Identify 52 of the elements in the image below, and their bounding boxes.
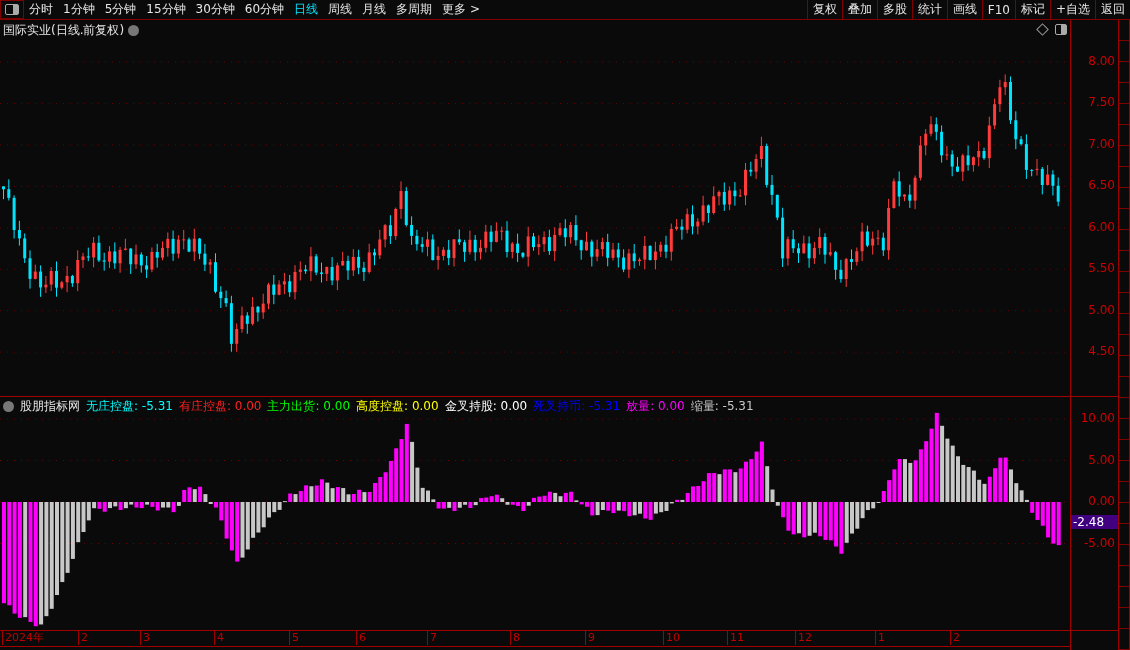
date-label: 1 xyxy=(875,631,885,645)
axis-label: 7.00 xyxy=(1088,136,1115,151)
legend-item: 金叉持股: 0.00 xyxy=(444,398,528,415)
dropdown-icon[interactable] xyxy=(3,401,14,412)
axis-label: 6.00 xyxy=(1088,219,1115,234)
period-tab[interactable]: 月线 xyxy=(357,0,392,19)
axis-label: 10.00 xyxy=(1080,411,1115,425)
date-label: 9 xyxy=(585,631,595,645)
date-label: 5 xyxy=(289,631,299,645)
axis-label: 6.50 xyxy=(1088,178,1115,193)
axis-label: 5.00 xyxy=(1088,302,1115,317)
date-label: 11 xyxy=(727,631,744,645)
period-tab[interactable]: 5分钟 xyxy=(99,0,142,19)
period-tab[interactable]: 分时 xyxy=(24,0,58,19)
period-tab[interactable]: 60分钟 xyxy=(239,0,290,19)
date-label: 2 xyxy=(950,631,960,645)
panel-toggle-icon[interactable] xyxy=(1055,24,1067,35)
period-tab[interactable]: 30分钟 xyxy=(190,0,240,19)
date-label: 10 xyxy=(663,631,680,645)
period-tab[interactable]: 更多 > xyxy=(437,0,485,19)
legend-item: 放量: 0.00 xyxy=(626,398,685,415)
dropdown-icon[interactable] xyxy=(128,25,140,36)
period-tab[interactable]: 多周期 xyxy=(391,0,438,19)
legend-item: 死叉持币: -5.31 xyxy=(533,398,621,415)
chart-title: 国际实业(日线.前复权) xyxy=(3,22,125,39)
panel-toggle-button[interactable] xyxy=(0,0,24,19)
axis-label: 5.00 xyxy=(1088,452,1115,467)
axis-label: -5.00 xyxy=(1083,535,1115,550)
date-label: 6 xyxy=(356,631,366,645)
date-label: 7 xyxy=(427,631,437,645)
legend-item: 主力出货: 0.00 xyxy=(267,398,351,415)
period-tab[interactable]: 日线 xyxy=(289,0,324,19)
axis-label: 7.50 xyxy=(1088,95,1115,110)
legend-item: 缩量: -5.31 xyxy=(690,398,754,415)
date-label: 4 xyxy=(214,631,224,645)
period-tab[interactable]: 周线 xyxy=(323,0,358,19)
indicator-name: 股朋指标网 xyxy=(20,398,80,415)
axis-label: 4.50 xyxy=(1088,344,1115,359)
date-label: 12 xyxy=(795,631,812,645)
axis-label: 5.50 xyxy=(1088,261,1115,276)
date-label: 2 xyxy=(78,631,88,645)
legend-item: 高度控盘: 0.00 xyxy=(356,398,439,415)
legend-item: 有庄控盘: 0.00 xyxy=(178,398,262,415)
period-tab[interactable]: 15分钟 xyxy=(141,0,191,19)
date-label: 2024年 xyxy=(2,631,44,645)
period-tab[interactable]: 1分钟 xyxy=(58,0,100,19)
axis-label: 8.00 xyxy=(1088,54,1115,68)
axis-label: 0.00 xyxy=(1088,494,1115,508)
legend-item: 无庄控盘: -5.31 xyxy=(86,398,173,415)
date-label: 8 xyxy=(510,631,520,645)
date-label: 3 xyxy=(140,631,150,645)
current-value-label: -2.48 xyxy=(1071,515,1118,529)
